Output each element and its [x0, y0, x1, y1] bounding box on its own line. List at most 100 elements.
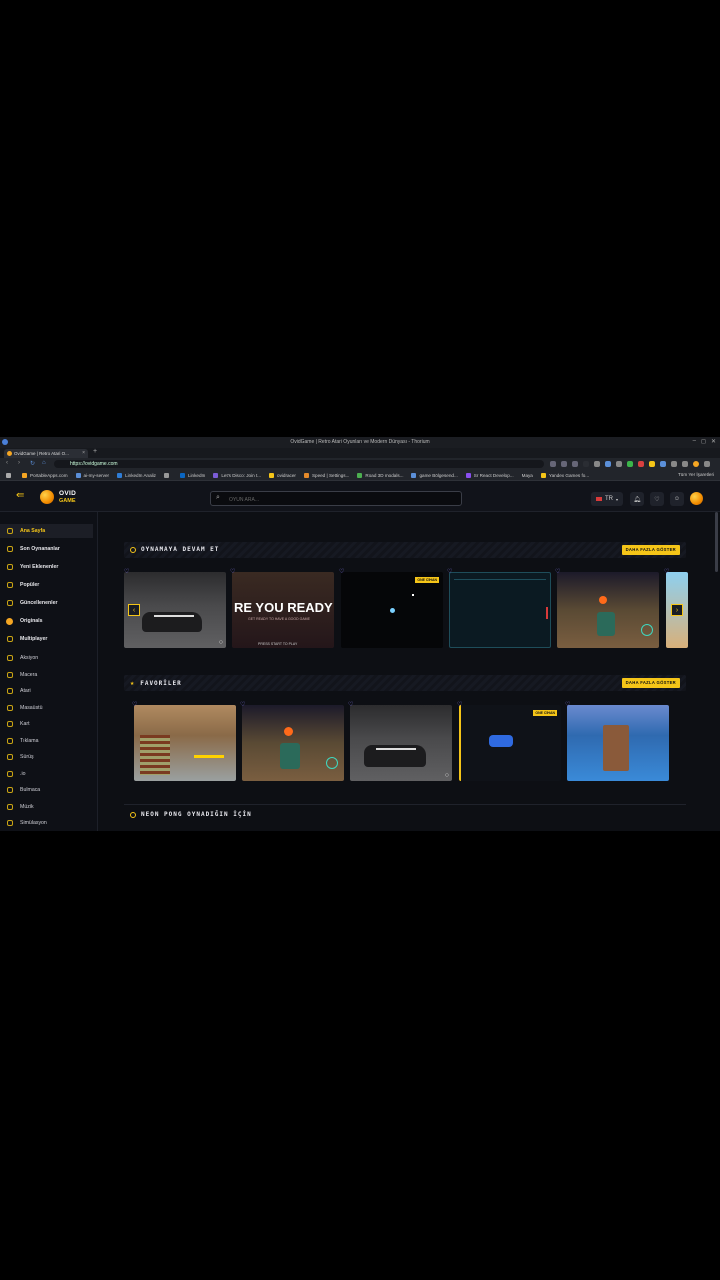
notification-button[interactable]: 🔔︎: [630, 492, 644, 506]
heart-icon[interactable]: ♡: [457, 701, 462, 708]
carousel-next-button[interactable]: ›: [671, 604, 683, 616]
sidebar-item-atari[interactable]: Atari: [0, 684, 93, 698]
extension-icon[interactable]: [550, 461, 556, 467]
sidebar-item-label: Macera: [20, 672, 38, 678]
heart-icon[interactable]: ♡: [555, 568, 560, 575]
sidebar-item-new[interactable]: Yeni Eklenenler: [0, 560, 93, 574]
close-icon[interactable]: ✕: [711, 438, 716, 445]
extension-icon[interactable]: [594, 461, 600, 467]
back-icon[interactable]: ‹: [6, 460, 8, 466]
sidebar-item-puzzle[interactable]: Bulmaca: [0, 783, 93, 797]
profile-button[interactable]: ☺: [670, 492, 684, 506]
game-card[interactable]: [134, 705, 236, 781]
bookmark-item[interactable]: ovidracer: [269, 472, 296, 478]
sidebar-item-updated[interactable]: Güncellenenler: [0, 596, 93, 610]
bookmark-item[interactable]: [163, 472, 172, 478]
share-icon[interactable]: [561, 461, 567, 467]
search-input[interactable]: [227, 493, 451, 506]
sidebar-item-action[interactable]: Aksiyon: [0, 651, 93, 665]
sidebar-item-simulation[interactable]: Simülasyon: [0, 816, 93, 830]
apps-icon[interactable]: [6, 472, 14, 478]
heart-icon[interactable]: ♡: [124, 568, 129, 575]
game-card[interactable]: [567, 705, 669, 781]
close-tab-icon[interactable]: ×: [82, 449, 85, 458]
bookmark-item[interactable]: game Bölgesend...: [411, 472, 458, 478]
sidebar-item-card[interactable]: Kart: [0, 717, 93, 731]
show-more-button[interactable]: DAHA FAZLA GÖSTER: [621, 545, 680, 555]
bookmark-item[interactable]: LinkedIn Analiz: [117, 472, 156, 478]
bookmark-star-icon[interactable]: [572, 461, 578, 467]
sidebar-item-io[interactable]: .io: [0, 767, 93, 781]
menu-icon[interactable]: [704, 461, 710, 467]
show-more-button[interactable]: DAHA FAZLA GÖSTER: [621, 678, 680, 688]
heart-icon[interactable]: ♡: [447, 568, 452, 575]
favorites-button[interactable]: ♡: [650, 492, 664, 506]
extension-icon[interactable]: [627, 461, 633, 467]
bookmark-item[interactable]: PortableApps.com: [22, 472, 68, 478]
bookmark-item[interactable]: Sr React Develop...: [465, 472, 514, 478]
url-field[interactable]: https://ovidgame.com: [54, 460, 544, 468]
extension-icon[interactable]: [605, 461, 611, 467]
new-tab-icon[interactable]: +: [93, 448, 97, 455]
game-card[interactable]: [242, 705, 344, 781]
browser-tab[interactable]: OvidGame | Retro Atari O... ×: [4, 449, 88, 458]
game-card[interactable]: ONE CİHAN: [341, 572, 443, 648]
sidebar-item-driving[interactable]: Sürüş: [0, 750, 93, 764]
heart-icon[interactable]: ♡: [348, 701, 353, 708]
sidebar-item-label: Bulmaca: [20, 787, 41, 793]
extension-icon[interactable]: [638, 461, 644, 467]
extension-icon[interactable]: [660, 461, 666, 467]
extension-icon[interactable]: [671, 461, 677, 467]
reload-icon[interactable]: ↻: [30, 460, 35, 467]
home-icon[interactable]: ⌂: [42, 460, 46, 466]
game-card[interactable]: ○: [350, 705, 452, 781]
logo-icon[interactable]: [40, 490, 54, 504]
game-card[interactable]: [557, 572, 659, 648]
scrollbar[interactable]: [715, 512, 718, 572]
heart-icon[interactable]: ♡: [132, 701, 137, 708]
bookmark-item[interactable]: Yandex Games fo...: [540, 472, 589, 478]
heart-icon[interactable]: ♡: [230, 568, 235, 575]
section-header-continue: OYNAMAYA DEVAM ET DAHA FAZLA GÖSTER: [124, 542, 686, 558]
heart-icon[interactable]: ♡: [240, 701, 245, 708]
heart-icon[interactable]: ♡: [565, 701, 570, 708]
all-bookmarks[interactable]: Tüm Yer İşaretleri: [678, 472, 714, 477]
bookmark-item[interactable]: Speed | Settings...: [303, 472, 349, 478]
avatar[interactable]: [690, 492, 703, 505]
puzzle-icon[interactable]: [682, 461, 688, 467]
game-card[interactable]: ONE CİHAN: [459, 705, 561, 781]
bookmark-item[interactable]: ai-my-server: [75, 472, 109, 478]
extension-icon[interactable]: [649, 461, 655, 467]
game-card[interactable]: RE YOU READY GET READY TO HAVE A GOOD GA…: [232, 572, 334, 648]
game-card[interactable]: [449, 572, 551, 648]
card-small-art: PRESS START TO PLAY: [258, 642, 298, 646]
bookmark-item[interactable]: Road 3D modals...: [357, 472, 403, 478]
bookmark-item[interactable]: Maya: [522, 473, 533, 478]
sidebar-item-label: Atari: [20, 688, 31, 694]
language-selector[interactable]: TR ▾: [591, 492, 623, 506]
sidebar-item-desktop[interactable]: Masaüstü: [0, 701, 93, 715]
logo-subtext[interactable]: GAME: [59, 498, 76, 504]
bookmark-item[interactable]: Let's Disco: Join t...: [213, 472, 261, 478]
sidebar-item-popular[interactable]: Popüler: [0, 578, 93, 592]
home-icon: [7, 528, 13, 534]
minimize-icon[interactable]: –: [693, 438, 696, 445]
carousel-prev-button[interactable]: ‹: [128, 604, 140, 616]
heart-icon[interactable]: ♡: [664, 568, 669, 575]
divider: [124, 804, 686, 805]
forward-icon[interactable]: ›: [18, 460, 20, 466]
sidebar-item-click[interactable]: Tıklama: [0, 734, 93, 748]
extension-icon[interactable]: [616, 461, 622, 467]
maximize-icon[interactable]: ◻: [701, 438, 706, 445]
sidebar-item-originals[interactable]: Originals: [0, 614, 93, 628]
profile-icon[interactable]: [693, 461, 699, 467]
heart-icon[interactable]: ♡: [339, 568, 344, 575]
sidebar-item-multiplayer[interactable]: Multiplayer: [0, 632, 93, 646]
logo-text[interactable]: OVID: [59, 490, 76, 497]
menu-toggle-icon[interactable]: ⇚: [16, 491, 24, 501]
bookmark-item[interactable]: LinkedIn: [179, 472, 205, 478]
sidebar-item-home[interactable]: Ana Sayfa: [0, 524, 93, 538]
sidebar-item-recent[interactable]: Son Oynananlar: [0, 542, 93, 556]
sidebar-item-music[interactable]: Müzik: [0, 800, 93, 814]
sidebar-item-adventure[interactable]: Macera: [0, 668, 93, 682]
